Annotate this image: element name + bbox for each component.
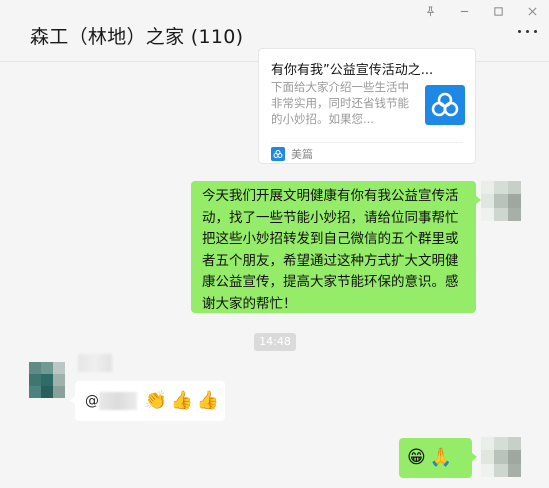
thumbs-up-emoji: 👍 — [196, 390, 220, 411]
thumbs-up-emoji: 👍 — [170, 390, 194, 411]
close-icon — [527, 6, 537, 16]
card-divider — [271, 142, 463, 143]
grin-emoji: 😁 — [407, 447, 426, 469]
card-description: 下面给大家介绍一些生活中非常实用，同时还省钱节能的小妙招。如果您... — [271, 80, 409, 126]
pin-button[interactable] — [413, 0, 447, 22]
mentioned-name — [99, 392, 137, 410]
avatar[interactable] — [481, 181, 521, 221]
card-title: 有你有我”公益宣传活动之... — [271, 63, 434, 78]
minimize-icon — [460, 10, 468, 12]
clap-emoji: 👏 — [144, 390, 168, 411]
minimize-button[interactable] — [447, 0, 481, 22]
sender-name — [78, 354, 112, 372]
source-name: 美篇 — [291, 148, 313, 161]
chat-window: 森工（林地）之家 (110) 有你有我”公益宣传活动之... 下面给大家介绍一些… — [0, 0, 549, 488]
pin-icon — [426, 5, 434, 16]
chat-title: 森工（林地）之家 (110) — [30, 26, 244, 48]
avatar[interactable] — [29, 362, 65, 398]
message-bubble[interactable]: 今天我们开展文明健康有你有我公益宣传活动，找了一些节能小妙招，请给位同事帮忙把这… — [191, 181, 481, 313]
card-source: 美篇 — [271, 146, 313, 162]
mention-at: @ — [85, 393, 99, 409]
dot-icon — [534, 30, 537, 33]
more-options-button[interactable] — [518, 30, 537, 33]
message-bubble[interactable]: 😁 🙏 — [399, 438, 477, 478]
maximize-button[interactable] — [481, 0, 515, 22]
avatar[interactable] — [481, 437, 521, 477]
shared-link-card[interactable]: 有你有我”公益宣传活动之... 下面给大家介绍一些生活中非常实用，同时还省钱节能… — [258, 48, 476, 164]
maximize-icon — [493, 6, 503, 16]
timestamp: 14:48 — [254, 333, 296, 351]
dot-icon — [518, 30, 521, 33]
message-bubble[interactable]: @ 👏 👍 👍 — [70, 381, 225, 421]
window-controls — [413, 0, 549, 22]
meipian-logo-icon — [425, 85, 465, 125]
dot-icon — [526, 30, 529, 33]
meipian-small-icon — [271, 147, 285, 161]
pray-emoji: 🙏 — [429, 447, 453, 469]
close-button[interactable] — [515, 0, 549, 22]
